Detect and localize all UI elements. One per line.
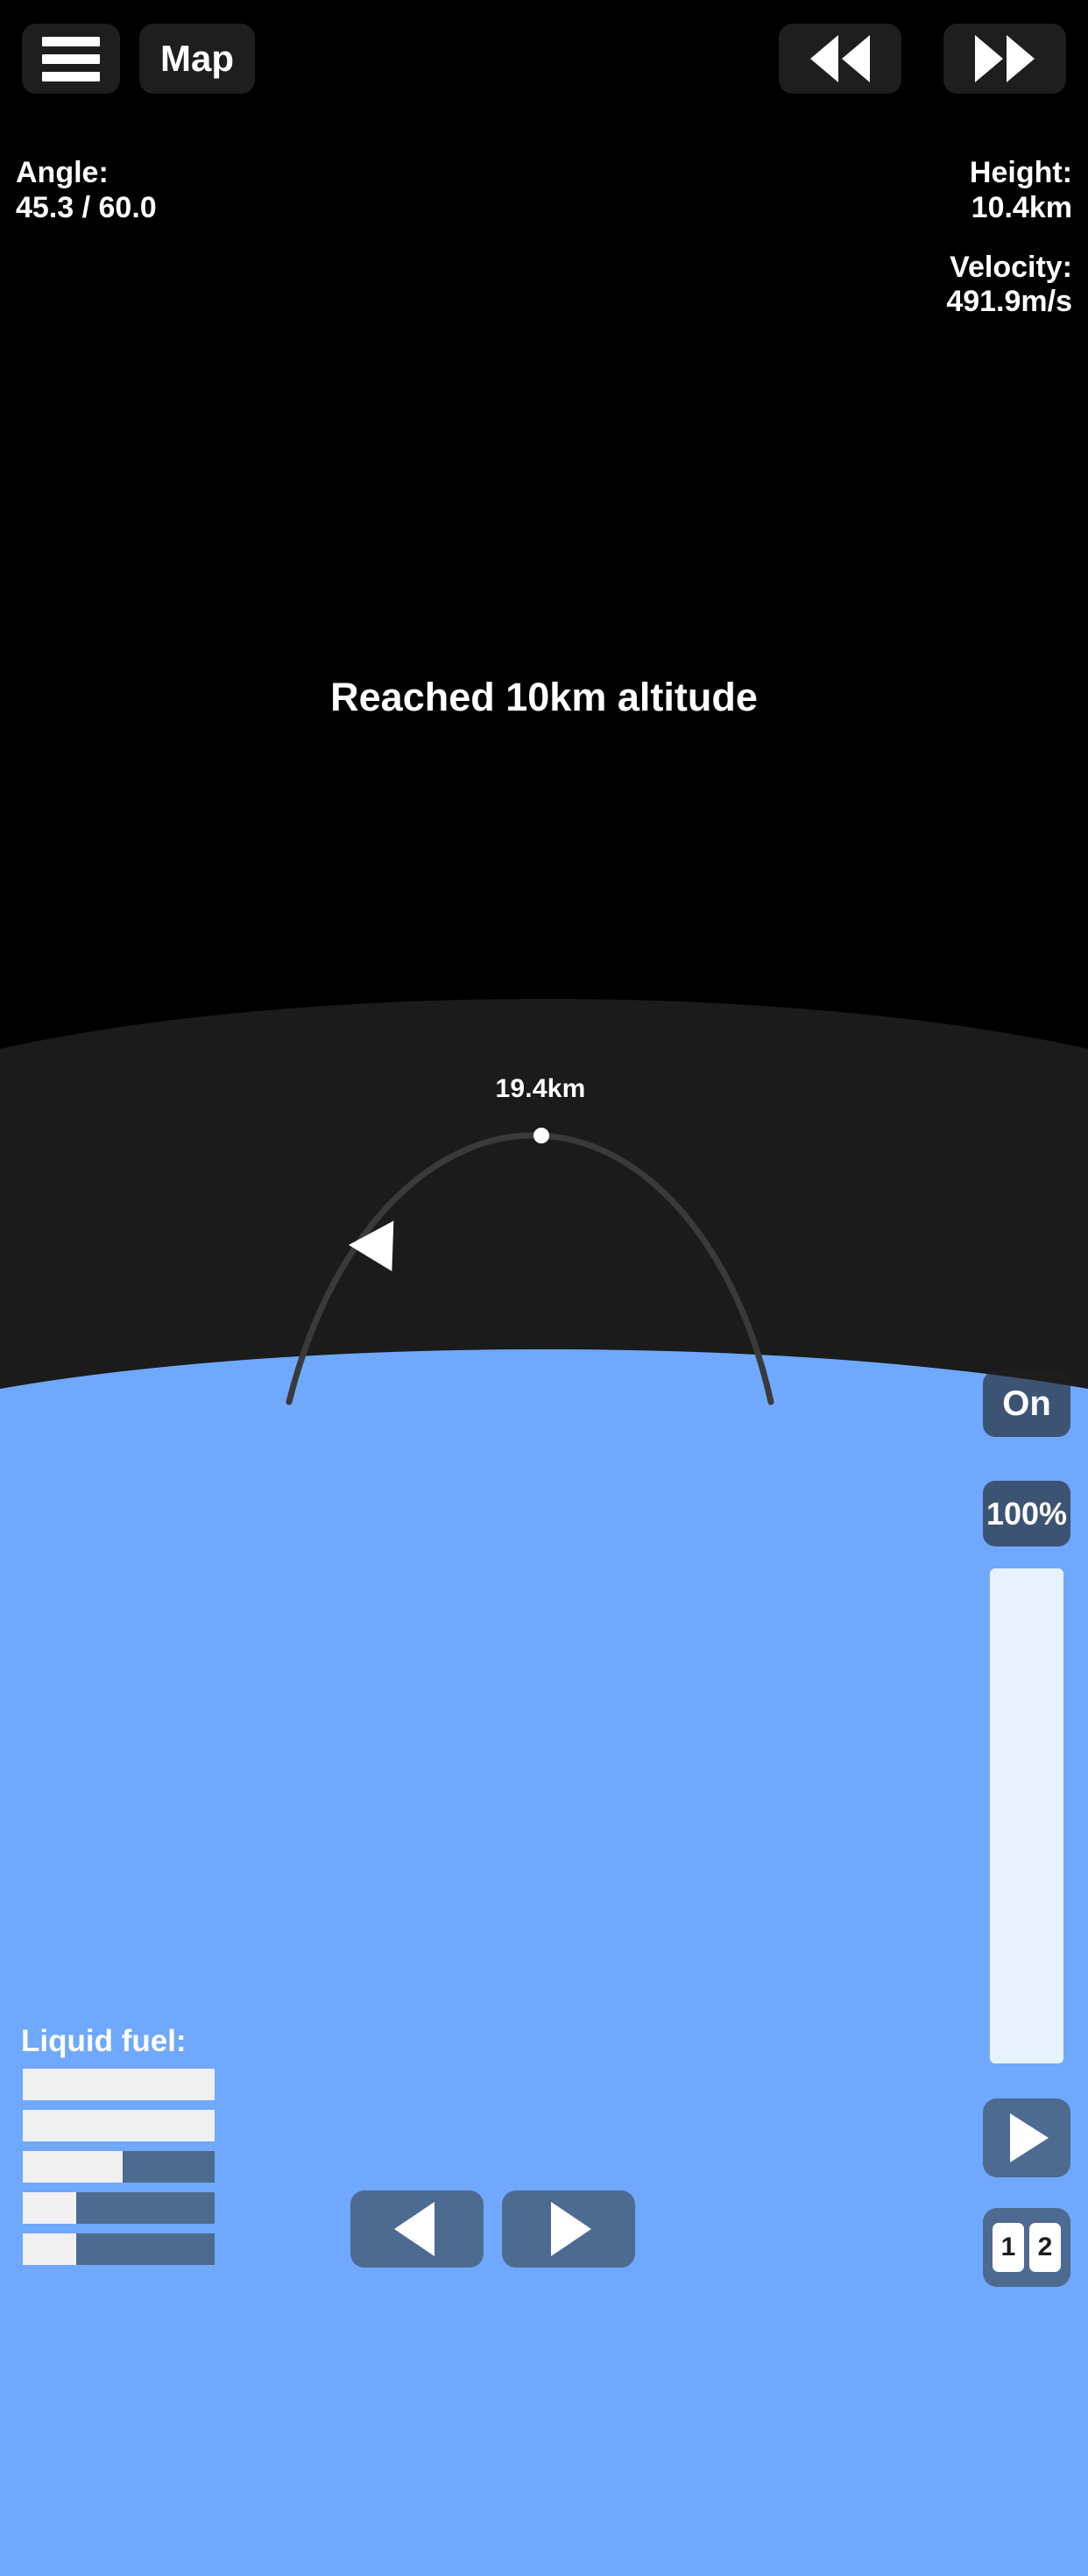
telemetry-height: Height: 10.4km — [946, 156, 1072, 226]
height-value: 10.4km — [971, 190, 1072, 224]
fuel-bar — [23, 2151, 215, 2183]
rotate-left-button[interactable] — [350, 2190, 484, 2268]
apoapsis-label: 19.4km — [0, 1074, 1088, 1104]
fuel-bar-list — [0, 2069, 263, 2265]
planet-surface — [0, 1349, 1088, 2576]
throttle-slider[interactable] — [990, 1568, 1063, 2063]
play-triangle-icon — [1010, 2113, 1049, 2162]
stage-chip-2[interactable]: 2 — [1029, 2223, 1061, 2272]
menu-button[interactable] — [22, 24, 120, 94]
engine-toggle-label: On — [1002, 1384, 1051, 1423]
time-warp-down-button[interactable] — [779, 24, 901, 94]
stage-activate-button[interactable] — [983, 2098, 1070, 2177]
hamburger-menu-icon — [42, 29, 100, 89]
map-button[interactable]: Map — [139, 24, 255, 94]
telemetry-angle: Angle: 45.3 / 60.0 — [16, 156, 157, 226]
height-label: Height: — [969, 156, 1072, 189]
fuel-panel-title: Liquid fuel: — [21, 2024, 187, 2058]
fuel-bar — [23, 2192, 215, 2224]
throttle-percent-label: 100% — [986, 1495, 1068, 1532]
stage-selector[interactable]: 1 2 — [983, 2208, 1070, 2287]
rotate-right-button[interactable] — [502, 2190, 635, 2268]
fuel-bar — [23, 2233, 215, 2265]
angle-label: Angle: — [16, 156, 109, 189]
throttle-slider-fill — [990, 1568, 1063, 2063]
fuel-panel: Liquid fuel: — [0, 2024, 263, 2265]
triangle-left-icon — [394, 2202, 434, 2256]
throttle-percent-button[interactable]: 100% — [983, 1481, 1070, 1546]
fuel-bar-fill — [23, 2151, 123, 2183]
fuel-bar — [23, 2110, 215, 2141]
apoapsis-label-text: 19.4km — [495, 1074, 586, 1103]
angle-value: 45.3 / 60.0 — [16, 190, 157, 224]
fuel-bar-fill — [23, 2110, 215, 2141]
telemetry-velocity: Velocity: 491.9m/s — [946, 251, 1072, 321]
engine-toggle-button[interactable]: On — [983, 1371, 1070, 1437]
fuel-bar-fill — [23, 2069, 215, 2100]
game-viewport[interactable] — [0, 0, 1088, 2576]
fuel-bar-fill — [23, 2192, 77, 2224]
fuel-bar-fill — [23, 2233, 77, 2265]
triangle-right-icon — [551, 2202, 591, 2256]
telemetry-readouts: Height: 10.4km Velocity: 491.9m/s — [946, 156, 1072, 320]
notification-message: Reached 10km altitude — [330, 675, 758, 719]
fast-forward-icon — [975, 35, 1035, 82]
time-warp-up-button[interactable] — [943, 24, 1066, 94]
stage-chip-1[interactable]: 1 — [993, 2223, 1024, 2272]
fuel-bar — [23, 2069, 215, 2100]
rewind-icon — [810, 35, 870, 82]
velocity-label: Velocity: — [950, 250, 1072, 284]
velocity-value: 491.9m/s — [946, 285, 1072, 319]
map-button-label: Map — [160, 38, 234, 79]
